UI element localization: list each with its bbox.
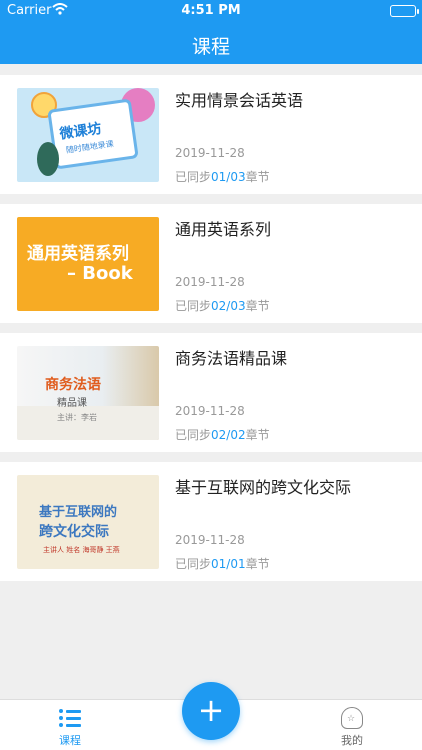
course-thumbnail: 通用英语系列 – Book — [17, 217, 159, 311]
course-date: 2019-11-28 — [175, 275, 245, 289]
sync-status: 已同步02/03章节 — [175, 299, 270, 313]
tab-label: 课程 — [59, 734, 81, 747]
course-thumbnail: 基于互联网的 跨文化交际 主讲人 姓名 海哥静 王燕 — [17, 475, 159, 569]
sync-progress: 01/03 — [211, 170, 246, 184]
user-icon — [341, 707, 363, 729]
sync-progress: 01/01 — [211, 557, 246, 571]
course-card[interactable]: 商务法语 精品课 主讲：李岩 商务法语精品课 2019-11-28 已同步02/… — [0, 333, 422, 452]
tab-courses[interactable]: 课程 — [40, 704, 100, 748]
sync-status: 已同步01/01章节 — [175, 557, 270, 571]
course-thumbnail: 商务法语 精品课 主讲：李岩 — [17, 346, 159, 440]
list-icon — [59, 709, 81, 727]
thumb-subtitle: 跨文化交际 — [39, 524, 109, 540]
course-thumbnail: 微课坊 随时随地录课 — [17, 88, 159, 182]
clock-time: 4:51 PM — [181, 3, 241, 18]
thumb-lecturer: 主讲人 姓名 海哥静 王燕 — [43, 546, 120, 554]
course-title: 商务法语精品课 — [175, 349, 288, 368]
thumb-lecturer: 主讲：李岩 — [57, 413, 97, 422]
thumb-title: 商务法语 — [45, 377, 101, 393]
sync-progress: 02/03 — [211, 299, 246, 313]
thumb-subtitle: – Book — [67, 263, 133, 284]
course-date: 2019-11-28 — [175, 404, 245, 418]
course-card[interactable]: 基于互联网的 跨文化交际 主讲人 姓名 海哥静 王燕 基于互联网的跨文化交际 2… — [0, 462, 422, 581]
thumb-subtitle: 精品课 — [57, 398, 87, 409]
leaf-decoration — [37, 142, 59, 176]
tablet-illustration: 微课坊 随时随地录课 — [47, 98, 139, 170]
battery-icon — [390, 5, 419, 17]
course-card[interactable]: 微课坊 随时随地录课 实用情景会话英语 2019-11-28 已同步01/03章… — [0, 75, 422, 194]
course-date: 2019-11-28 — [175, 146, 245, 160]
sync-progress: 02/02 — [211, 428, 246, 442]
course-title: 实用情景会话英语 — [175, 91, 304, 110]
nav-header: Carrier 4:51 PM 课程 — [0, 0, 422, 64]
status-bar: Carrier 4:51 PM — [0, 0, 422, 22]
tab-mine[interactable]: 我的 — [322, 704, 382, 748]
tab-label: 我的 — [341, 734, 363, 747]
course-date: 2019-11-28 — [175, 533, 245, 547]
course-title: 基于互联网的跨文化交际 — [175, 478, 352, 497]
sync-status: 已同步02/02章节 — [175, 428, 270, 442]
thumb-title: 通用英语系列 — [27, 244, 129, 264]
add-course-button[interactable]: + — [182, 682, 240, 740]
course-list: 微课坊 随时随地录课 实用情景会话英语 2019-11-28 已同步01/03章… — [0, 75, 422, 591]
course-card[interactable]: 通用英语系列 – Book 通用英语系列 2019-11-28 已同步02/03… — [0, 204, 422, 323]
sync-status: 已同步01/03章节 — [175, 170, 270, 184]
page-title: 课程 — [191, 36, 230, 58]
thumb-title: 基于互联网的 — [39, 505, 118, 520]
course-title: 通用英语系列 — [175, 220, 272, 239]
